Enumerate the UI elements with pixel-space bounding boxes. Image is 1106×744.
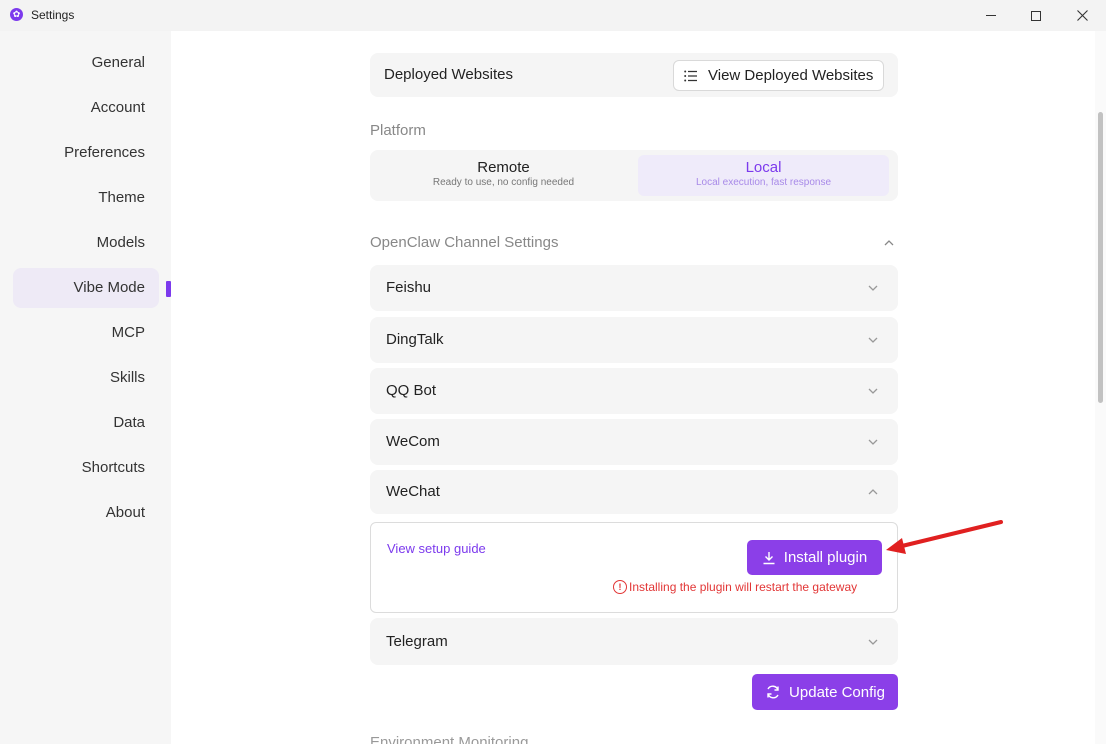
chevron-down-icon xyxy=(868,639,878,645)
channel-name: DingTalk xyxy=(386,331,444,348)
sidebar-item-mcp[interactable]: MCP xyxy=(13,313,159,353)
channel-row-dingtalk[interactable]: DingTalk xyxy=(370,317,898,363)
platform-option-title: Local xyxy=(745,159,782,176)
platform-option-local[interactable]: Local Local execution, fast response xyxy=(638,155,889,196)
minimize-icon xyxy=(986,15,996,16)
chevron-up-icon[interactable] xyxy=(883,238,895,248)
app-logo-icon: ✿ xyxy=(10,8,23,21)
chevron-down-icon xyxy=(868,285,878,291)
sidebar-item-vibe-mode[interactable]: Vibe Mode xyxy=(13,268,159,308)
chevron-down-icon xyxy=(868,439,878,445)
deployed-websites-card: Deployed Websites View Deployed Websites xyxy=(370,53,898,97)
sidebar-item-skills[interactable]: Skills xyxy=(13,358,159,398)
install-plugin-label: Install plugin xyxy=(783,549,868,566)
warning-icon: ! xyxy=(613,580,627,594)
platform-option-subtitle: Ready to use, no config needed xyxy=(432,177,575,188)
restart-warning: ! Installing the plugin will restart the… xyxy=(613,580,857,594)
channel-row-qq-bot[interactable]: QQ Bot xyxy=(370,368,898,414)
update-config-button[interactable]: Update Config xyxy=(752,674,898,710)
view-deployed-websites-button[interactable]: View Deployed Websites xyxy=(673,60,884,91)
sidebar-item-about[interactable]: About xyxy=(13,493,159,533)
maximize-icon xyxy=(1031,10,1041,21)
chevron-down-icon xyxy=(868,337,878,343)
channel-name: WeCom xyxy=(386,433,440,450)
sidebar-item-account[interactable]: Account xyxy=(13,88,159,128)
list-icon xyxy=(684,70,698,82)
close-icon xyxy=(1076,10,1088,21)
channel-row-wecom[interactable]: WeCom xyxy=(370,419,898,465)
sidebar-item-data[interactable]: Data xyxy=(13,403,159,443)
sidebar-item-preferences[interactable]: Preferences xyxy=(13,133,159,173)
title-bar: ✿ Settings xyxy=(0,0,1106,31)
download-icon xyxy=(763,551,775,564)
platform-option-remote[interactable]: Remote Ready to use, no config needed xyxy=(378,155,629,196)
sidebar-item-theme[interactable]: Theme xyxy=(13,178,159,218)
chevron-down-icon xyxy=(868,388,878,394)
channel-row-telegram[interactable]: Telegram xyxy=(370,618,898,665)
wechat-panel: View setup guide Install plugin ! Instal… xyxy=(370,522,898,613)
deployed-websites-label: Deployed Websites xyxy=(384,66,513,83)
sidebar-item-models[interactable]: Models xyxy=(13,223,159,263)
sidebar-item-general[interactable]: General xyxy=(13,43,159,83)
channel-name: QQ Bot xyxy=(386,382,437,399)
sidebar-item-shortcuts[interactable]: Shortcuts xyxy=(13,448,159,488)
channel-row-wechat[interactable]: WeChat xyxy=(370,470,898,514)
minimize-button[interactable] xyxy=(968,0,1014,31)
channel-name: WeChat xyxy=(386,483,440,500)
close-button[interactable] xyxy=(1059,0,1105,31)
annotation-arrow-icon xyxy=(886,520,1003,554)
window-title: Settings xyxy=(31,8,75,22)
view-deployed-websites-label: View Deployed Websites xyxy=(708,67,874,84)
platform-option-title: Remote xyxy=(477,159,530,176)
update-config-label: Update Config xyxy=(789,683,885,701)
refresh-icon xyxy=(767,685,779,699)
chevron-up-icon xyxy=(868,489,878,495)
channel-row-feishu[interactable]: Feishu xyxy=(370,265,898,311)
maximize-button[interactable] xyxy=(1013,0,1059,31)
platform-segmented-control: Remote Ready to use, no config needed Lo… xyxy=(370,150,898,201)
channel-name: Feishu xyxy=(386,279,432,296)
install-plugin-button[interactable]: Install plugin xyxy=(747,540,882,575)
platform-section-label: Platform xyxy=(370,122,426,139)
channel-name: Telegram xyxy=(386,633,448,650)
scrollbar-thumb[interactable] xyxy=(1098,112,1103,403)
environment-monitoring-label: Environment Monitoring xyxy=(370,734,529,744)
channel-settings-label: OpenClaw Channel Settings xyxy=(370,234,559,251)
platform-option-subtitle: Local execution, fast response xyxy=(695,177,832,188)
setup-guide-link[interactable]: View setup guide xyxy=(387,541,486,556)
restart-warning-text: Installing the plugin will restart the g… xyxy=(629,580,858,594)
